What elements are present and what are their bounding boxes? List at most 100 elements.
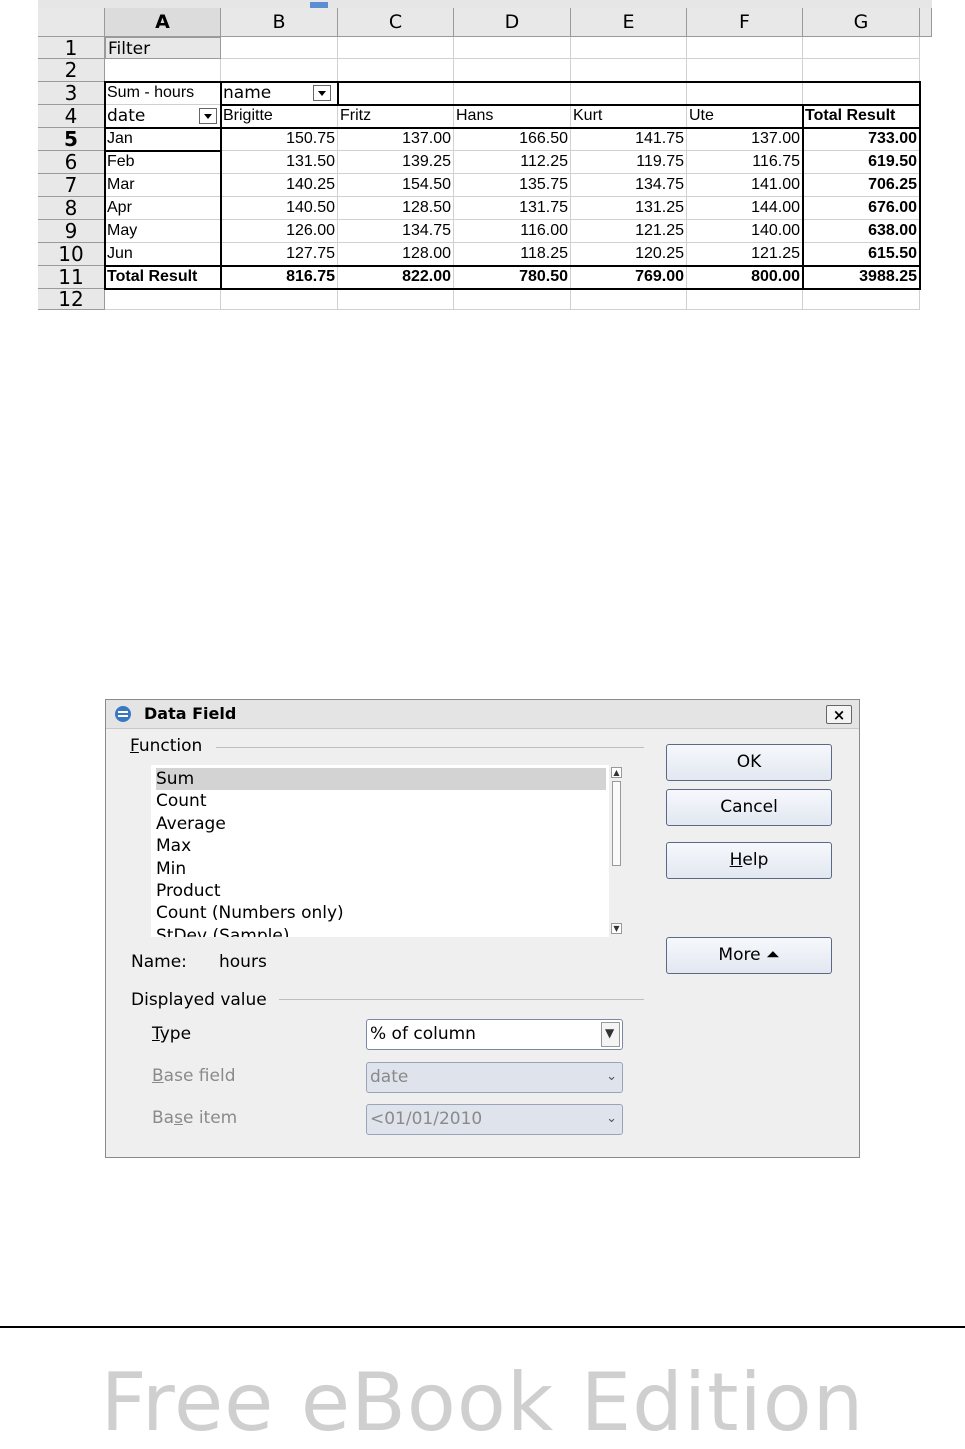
row-field-dropdown-button[interactable] — [199, 108, 217, 124]
pivot-value-cell[interactable]: 128.50 — [338, 197, 454, 220]
pivot-total-row-label[interactable]: Total Result — [105, 266, 221, 289]
cell[interactable] — [571, 82, 687, 105]
pivot-column-total[interactable]: 800.00 — [687, 266, 803, 289]
pivot-column-name[interactable]: Fritz — [338, 105, 454, 128]
pivot-value-cell[interactable]: 150.75 — [221, 128, 338, 151]
cell[interactable] — [338, 37, 454, 59]
cell[interactable] — [803, 37, 920, 59]
cell[interactable] — [105, 289, 221, 310]
pivot-row-label[interactable]: May — [105, 220, 221, 243]
pivot-grand-total[interactable]: 3988.25 — [803, 266, 920, 289]
pivot-total-header[interactable]: Total Result — [803, 105, 920, 128]
pivot-value-cell[interactable]: 154.50 — [338, 174, 454, 197]
row-header-1[interactable]: 1 — [38, 37, 105, 59]
pivot-value-cell[interactable]: 121.25 — [571, 220, 687, 243]
cell[interactable] — [454, 37, 571, 59]
function-item-product[interactable]: Product — [156, 880, 606, 902]
pivot-value-cell[interactable]: 131.50 — [221, 151, 338, 174]
pivot-row-total[interactable]: 676.00 — [803, 197, 920, 220]
pivot-column-name[interactable]: Hans — [454, 105, 571, 128]
cancel-button[interactable]: Cancel — [666, 789, 832, 826]
cell[interactable] — [571, 289, 687, 310]
function-item-stdev-sample[interactable]: StDev (Sample) — [156, 925, 606, 937]
column-header-e[interactable]: E — [571, 8, 687, 37]
ok-button[interactable]: OK — [666, 744, 832, 781]
column-header-a[interactable]: A — [105, 8, 221, 37]
pivot-column-total[interactable]: 780.50 — [454, 266, 571, 289]
pivot-column-total[interactable]: 769.00 — [571, 266, 687, 289]
function-item-count-numbers-only[interactable]: Count (Numbers only) — [156, 902, 606, 924]
pivot-value-cell[interactable]: 134.75 — [338, 220, 454, 243]
type-dropdown-button[interactable]: ▼ — [601, 1022, 620, 1047]
cell[interactable] — [803, 59, 920, 82]
pivot-value-cell[interactable]: 131.25 — [571, 197, 687, 220]
pivot-row-total[interactable]: 619.50 — [803, 151, 920, 174]
pivot-value-cell[interactable]: 139.25 — [338, 151, 454, 174]
base-item-select[interactable]: <01/01/2010 ⌄ — [366, 1104, 623, 1135]
more-button[interactable]: More ⏶ — [666, 937, 832, 974]
cell[interactable] — [803, 82, 920, 105]
pivot-value-cell[interactable]: 131.75 — [454, 197, 571, 220]
close-button[interactable]: × — [826, 705, 852, 724]
select-all-corner[interactable] — [38, 8, 105, 37]
cell[interactable] — [338, 289, 454, 310]
pivot-value-cell[interactable]: 134.75 — [571, 174, 687, 197]
scroll-thumb[interactable] — [612, 781, 621, 866]
column-header-h[interactable] — [920, 8, 932, 37]
row-header-11[interactable]: 11 — [38, 266, 105, 289]
pivot-value-cell[interactable]: 144.00 — [687, 197, 803, 220]
row-header-12[interactable]: 12 — [38, 289, 105, 310]
pivot-value-cell[interactable]: 137.00 — [687, 128, 803, 151]
pivot-value-cell[interactable]: 135.75 — [454, 174, 571, 197]
pivot-value-cell[interactable]: 127.75 — [221, 243, 338, 266]
pivot-column-name[interactable]: Ute — [687, 105, 803, 128]
function-item-average[interactable]: Average — [156, 813, 606, 835]
cell[interactable] — [803, 289, 920, 310]
pivot-value-cell[interactable]: 119.75 — [571, 151, 687, 174]
cell[interactable] — [221, 59, 338, 82]
cell[interactable] — [454, 59, 571, 82]
pivot-value-cell[interactable]: 140.50 — [221, 197, 338, 220]
type-select[interactable]: % of column ▼ — [366, 1019, 623, 1050]
cell[interactable] — [338, 82, 454, 105]
row-header-6[interactable]: 6 — [38, 151, 105, 174]
pivot-row-label[interactable]: Apr — [105, 197, 221, 220]
pivot-value-cell[interactable]: 118.25 — [454, 243, 571, 266]
pivot-column-total[interactable]: 822.00 — [338, 266, 454, 289]
column-header-d[interactable]: D — [454, 8, 571, 37]
cell[interactable] — [221, 37, 338, 59]
pivot-value-cell[interactable]: 140.00 — [687, 220, 803, 243]
row-header-4[interactable]: 4 — [38, 105, 105, 128]
pivot-column-total[interactable]: 816.75 — [221, 266, 338, 289]
pivot-value-cell[interactable]: 128.00 — [338, 243, 454, 266]
cell[interactable] — [454, 289, 571, 310]
pivot-row-label[interactable]: Jan — [105, 128, 221, 151]
pivot-value-cell[interactable]: 121.25 — [687, 243, 803, 266]
column-header-b[interactable]: B — [221, 8, 338, 37]
pivot-row-label[interactable]: Mar — [105, 174, 221, 197]
column-header-g[interactable]: G — [803, 8, 920, 37]
pivot-value-cell[interactable]: 126.00 — [221, 220, 338, 243]
pivot-value-cell[interactable]: 116.75 — [687, 151, 803, 174]
cell[interactable] — [454, 82, 571, 105]
cell[interactable] — [687, 82, 803, 105]
function-item-sum[interactable]: Sum — [156, 768, 606, 790]
base-field-select[interactable]: date ⌄ — [366, 1062, 623, 1093]
pivot-row-label[interactable]: Jun — [105, 243, 221, 266]
pivot-value-cell[interactable]: 141.00 — [687, 174, 803, 197]
pivot-row-total[interactable]: 615.50 — [803, 243, 920, 266]
pivot-column-name[interactable]: Brigitte — [221, 105, 338, 128]
pivot-row-label[interactable]: Feb — [105, 151, 221, 174]
column-header-c[interactable]: C — [338, 8, 454, 37]
scroll-down-icon[interactable]: ▼ — [611, 923, 622, 934]
function-item-max[interactable]: Max — [156, 835, 606, 857]
cell[interactable] — [687, 37, 803, 59]
cell[interactable] — [687, 59, 803, 82]
row-header-10[interactable]: 10 — [38, 243, 105, 266]
help-button[interactable]: Help — [666, 842, 832, 879]
pivot-column-name[interactable]: Kurt — [571, 105, 687, 128]
cell[interactable] — [221, 289, 338, 310]
pivot-row-total[interactable]: 706.25 — [803, 174, 920, 197]
function-list[interactable]: Sum Count Average Max Min Product Count (Numbe… — [151, 765, 625, 937]
cell[interactable] — [105, 59, 221, 82]
